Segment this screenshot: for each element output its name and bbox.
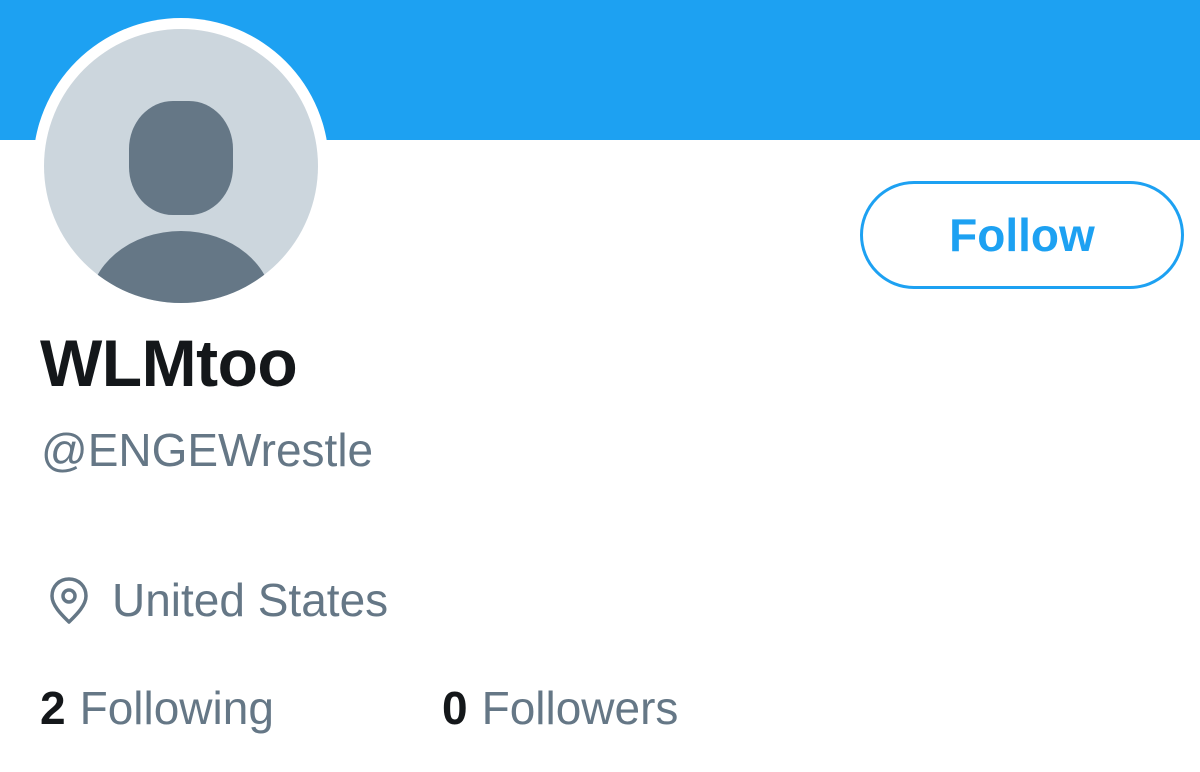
profile-location: United States xyxy=(44,568,388,632)
follow-button[interactable]: Follow xyxy=(860,181,1184,289)
user-handle: @ENGEWrestle xyxy=(41,424,374,476)
profile-stats: 2 Following 0 Followers xyxy=(40,676,678,740)
followers-stat[interactable]: 0 Followers xyxy=(442,676,678,740)
profile-page: Follow WLMtoo @ENGEWrestle United States… xyxy=(0,0,1200,772)
display-name: WLMtoo xyxy=(40,326,298,400)
following-count: 2 xyxy=(40,682,66,734)
avatar[interactable] xyxy=(33,18,329,314)
following-label: Following xyxy=(79,682,274,734)
default-avatar-icon xyxy=(44,29,318,303)
followers-count: 0 xyxy=(442,682,468,734)
followers-label: Followers xyxy=(481,682,679,734)
following-stat[interactable]: 2 Following xyxy=(40,676,442,740)
location-text: United States xyxy=(112,574,389,626)
location-pin-icon xyxy=(50,577,88,624)
